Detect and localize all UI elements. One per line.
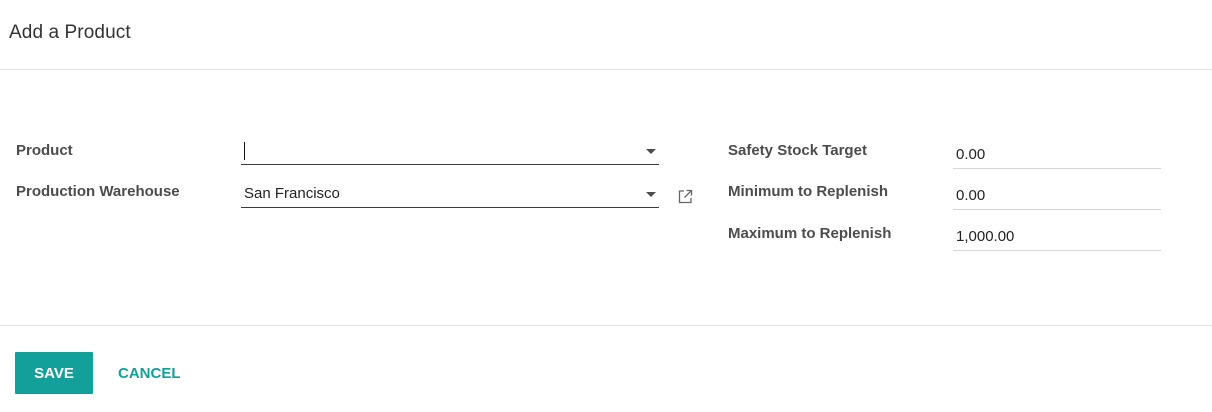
text-cursor <box>244 142 245 160</box>
dialog-title: Add a Product <box>9 22 131 43</box>
minimum-to-replenish-input[interactable]: 0.00 <box>953 184 1161 210</box>
minimum-to-replenish-value: 0.00 <box>956 187 986 204</box>
product-label: Product <box>16 142 73 159</box>
dialog-header: Add a Product <box>0 0 1212 70</box>
production-warehouse-input[interactable]: San Francisco <box>241 182 659 208</box>
maximum-to-replenish-label: Maximum to Replenish <box>728 225 892 242</box>
dialog-body: Product Production Warehouse San Francis… <box>0 70 1212 326</box>
product-input[interactable] <box>241 139 659 165</box>
dialog-footer: SAVE CANCEL <box>0 325 1212 412</box>
external-link-icon[interactable] <box>676 188 694 206</box>
cancel-button[interactable]: CANCEL <box>110 352 189 394</box>
safety-stock-target-value: 0.00 <box>956 146 986 163</box>
safety-stock-target-label: Safety Stock Target <box>728 142 867 159</box>
maximum-to-replenish-input[interactable]: 1,000.00 <box>953 225 1161 251</box>
production-warehouse-label: Production Warehouse <box>16 183 180 200</box>
minimum-to-replenish-label: Minimum to Replenish <box>728 183 889 200</box>
caret-down-icon[interactable] <box>646 192 656 197</box>
production-warehouse-value: San Francisco <box>244 185 340 202</box>
caret-down-icon[interactable] <box>646 149 656 154</box>
safety-stock-target-input[interactable]: 0.00 <box>953 143 1161 169</box>
maximum-to-replenish-value: 1,000.00 <box>956 228 1015 245</box>
save-button[interactable]: SAVE <box>15 352 93 394</box>
add-product-dialog: Add a Product Product Production Warehou… <box>0 0 1212 412</box>
